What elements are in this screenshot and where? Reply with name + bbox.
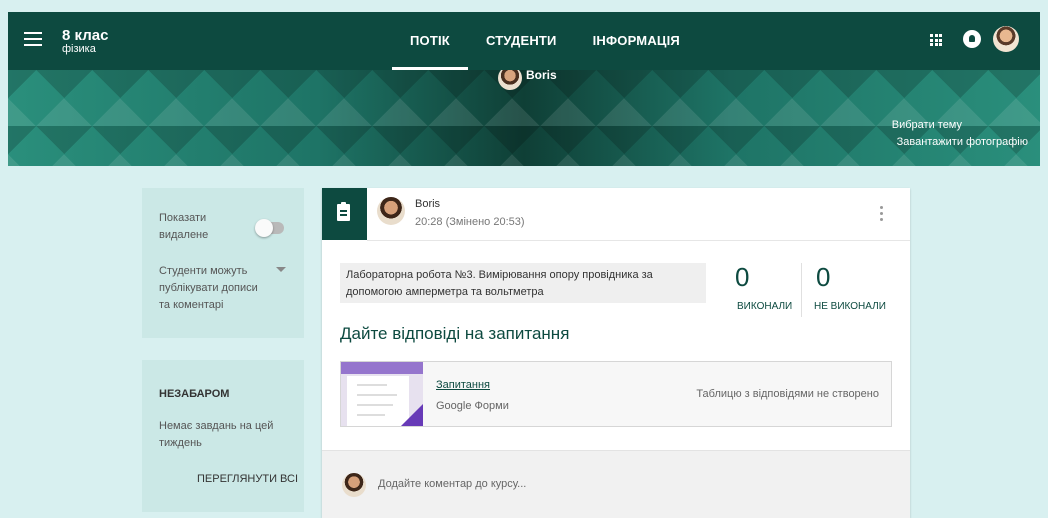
topic-chip[interactable]: Лабораторна робота №3. Вимірювання опору… — [340, 263, 706, 303]
done-count: 0 — [735, 262, 750, 292]
tab-stream[interactable]: ПОТІК — [392, 12, 468, 70]
clipboard-icon — [337, 202, 350, 221]
attachment-status: Таблицю з відповідями не створено — [696, 388, 879, 400]
owner-avatar — [498, 70, 522, 90]
show-deleted-label: Показати видалене — [159, 212, 209, 241]
assignment-post: Boris 20:28 (Змінено 20:53) Лабораторна … — [322, 188, 910, 518]
form-thumbnail — [341, 362, 423, 426]
attachment-type: Google Форми — [436, 400, 509, 412]
tab-students[interactable]: СТУДЕНТИ — [468, 12, 575, 70]
attachment-title[interactable]: Запитання — [436, 379, 490, 391]
upcoming-title: НЕЗАБАРОМ — [159, 388, 230, 400]
post-timestamp: 20:28 (Змінено 20:53) — [415, 216, 525, 228]
menu-icon[interactable] — [24, 32, 42, 46]
comment-bar — [322, 450, 910, 518]
student-permissions-select[interactable]: Студенти можуть публікувати дописи та ко… — [159, 263, 271, 314]
not-done-label[interactable]: НЕ ВИКОНАЛИ — [814, 301, 886, 312]
author-name: Boris — [415, 198, 441, 210]
stream-settings-card: Показати видалене Студенти можуть публік… — [142, 188, 304, 338]
upload-photo-link[interactable]: Завантажити фотографію — [897, 136, 1028, 148]
done-label[interactable]: ВИКОНАЛИ — [737, 301, 792, 312]
chevron-down-icon[interactable] — [276, 267, 286, 272]
apps-icon[interactable] — [930, 34, 942, 46]
tab-bar: ПОТІК СТУДЕНТИ ІНФОРМАЦІЯ — [392, 12, 698, 70]
form-attachment[interactable]: Запитання Google Форми Таблицю з відпові… — [340, 361, 892, 427]
upcoming-card: НЕЗАБАРОМ Немає завдань на цей тиждень П… — [142, 360, 304, 512]
account-avatar[interactable] — [993, 26, 1019, 52]
tab-about[interactable]: ІНФОРМАЦІЯ — [575, 12, 698, 70]
notifications-icon[interactable] — [963, 30, 981, 48]
class-banner: Boris Вибрати тему Завантажити фотографі… — [8, 70, 1040, 166]
show-deleted-toggle[interactable] — [255, 219, 284, 237]
post-title: Дайте відповіді на запитання — [340, 324, 570, 343]
author-avatar — [377, 197, 405, 225]
upcoming-empty-text: Немає завдань на цей тиждень — [159, 420, 274, 449]
assignment-badge — [322, 188, 367, 240]
class-subject: фізика — [62, 43, 96, 55]
more-options-icon[interactable] — [880, 206, 884, 222]
select-theme-link[interactable]: Вибрати тему — [892, 119, 962, 131]
divider — [367, 240, 910, 241]
stat-divider — [801, 263, 802, 317]
commenter-avatar — [342, 473, 366, 497]
owner-name: Boris — [526, 70, 557, 82]
class-title[interactable]: 8 клас — [62, 28, 108, 43]
view-all-button[interactable]: ПЕРЕГЛЯНУТИ ВСІ — [197, 473, 298, 485]
google-forms-icon — [401, 404, 423, 426]
comment-input[interactable] — [378, 478, 858, 490]
top-app-bar: 8 клас фізика ПОТІК СТУДЕНТИ ІНФОРМАЦІЯ — [8, 12, 1040, 70]
not-done-count: 0 — [816, 262, 831, 292]
